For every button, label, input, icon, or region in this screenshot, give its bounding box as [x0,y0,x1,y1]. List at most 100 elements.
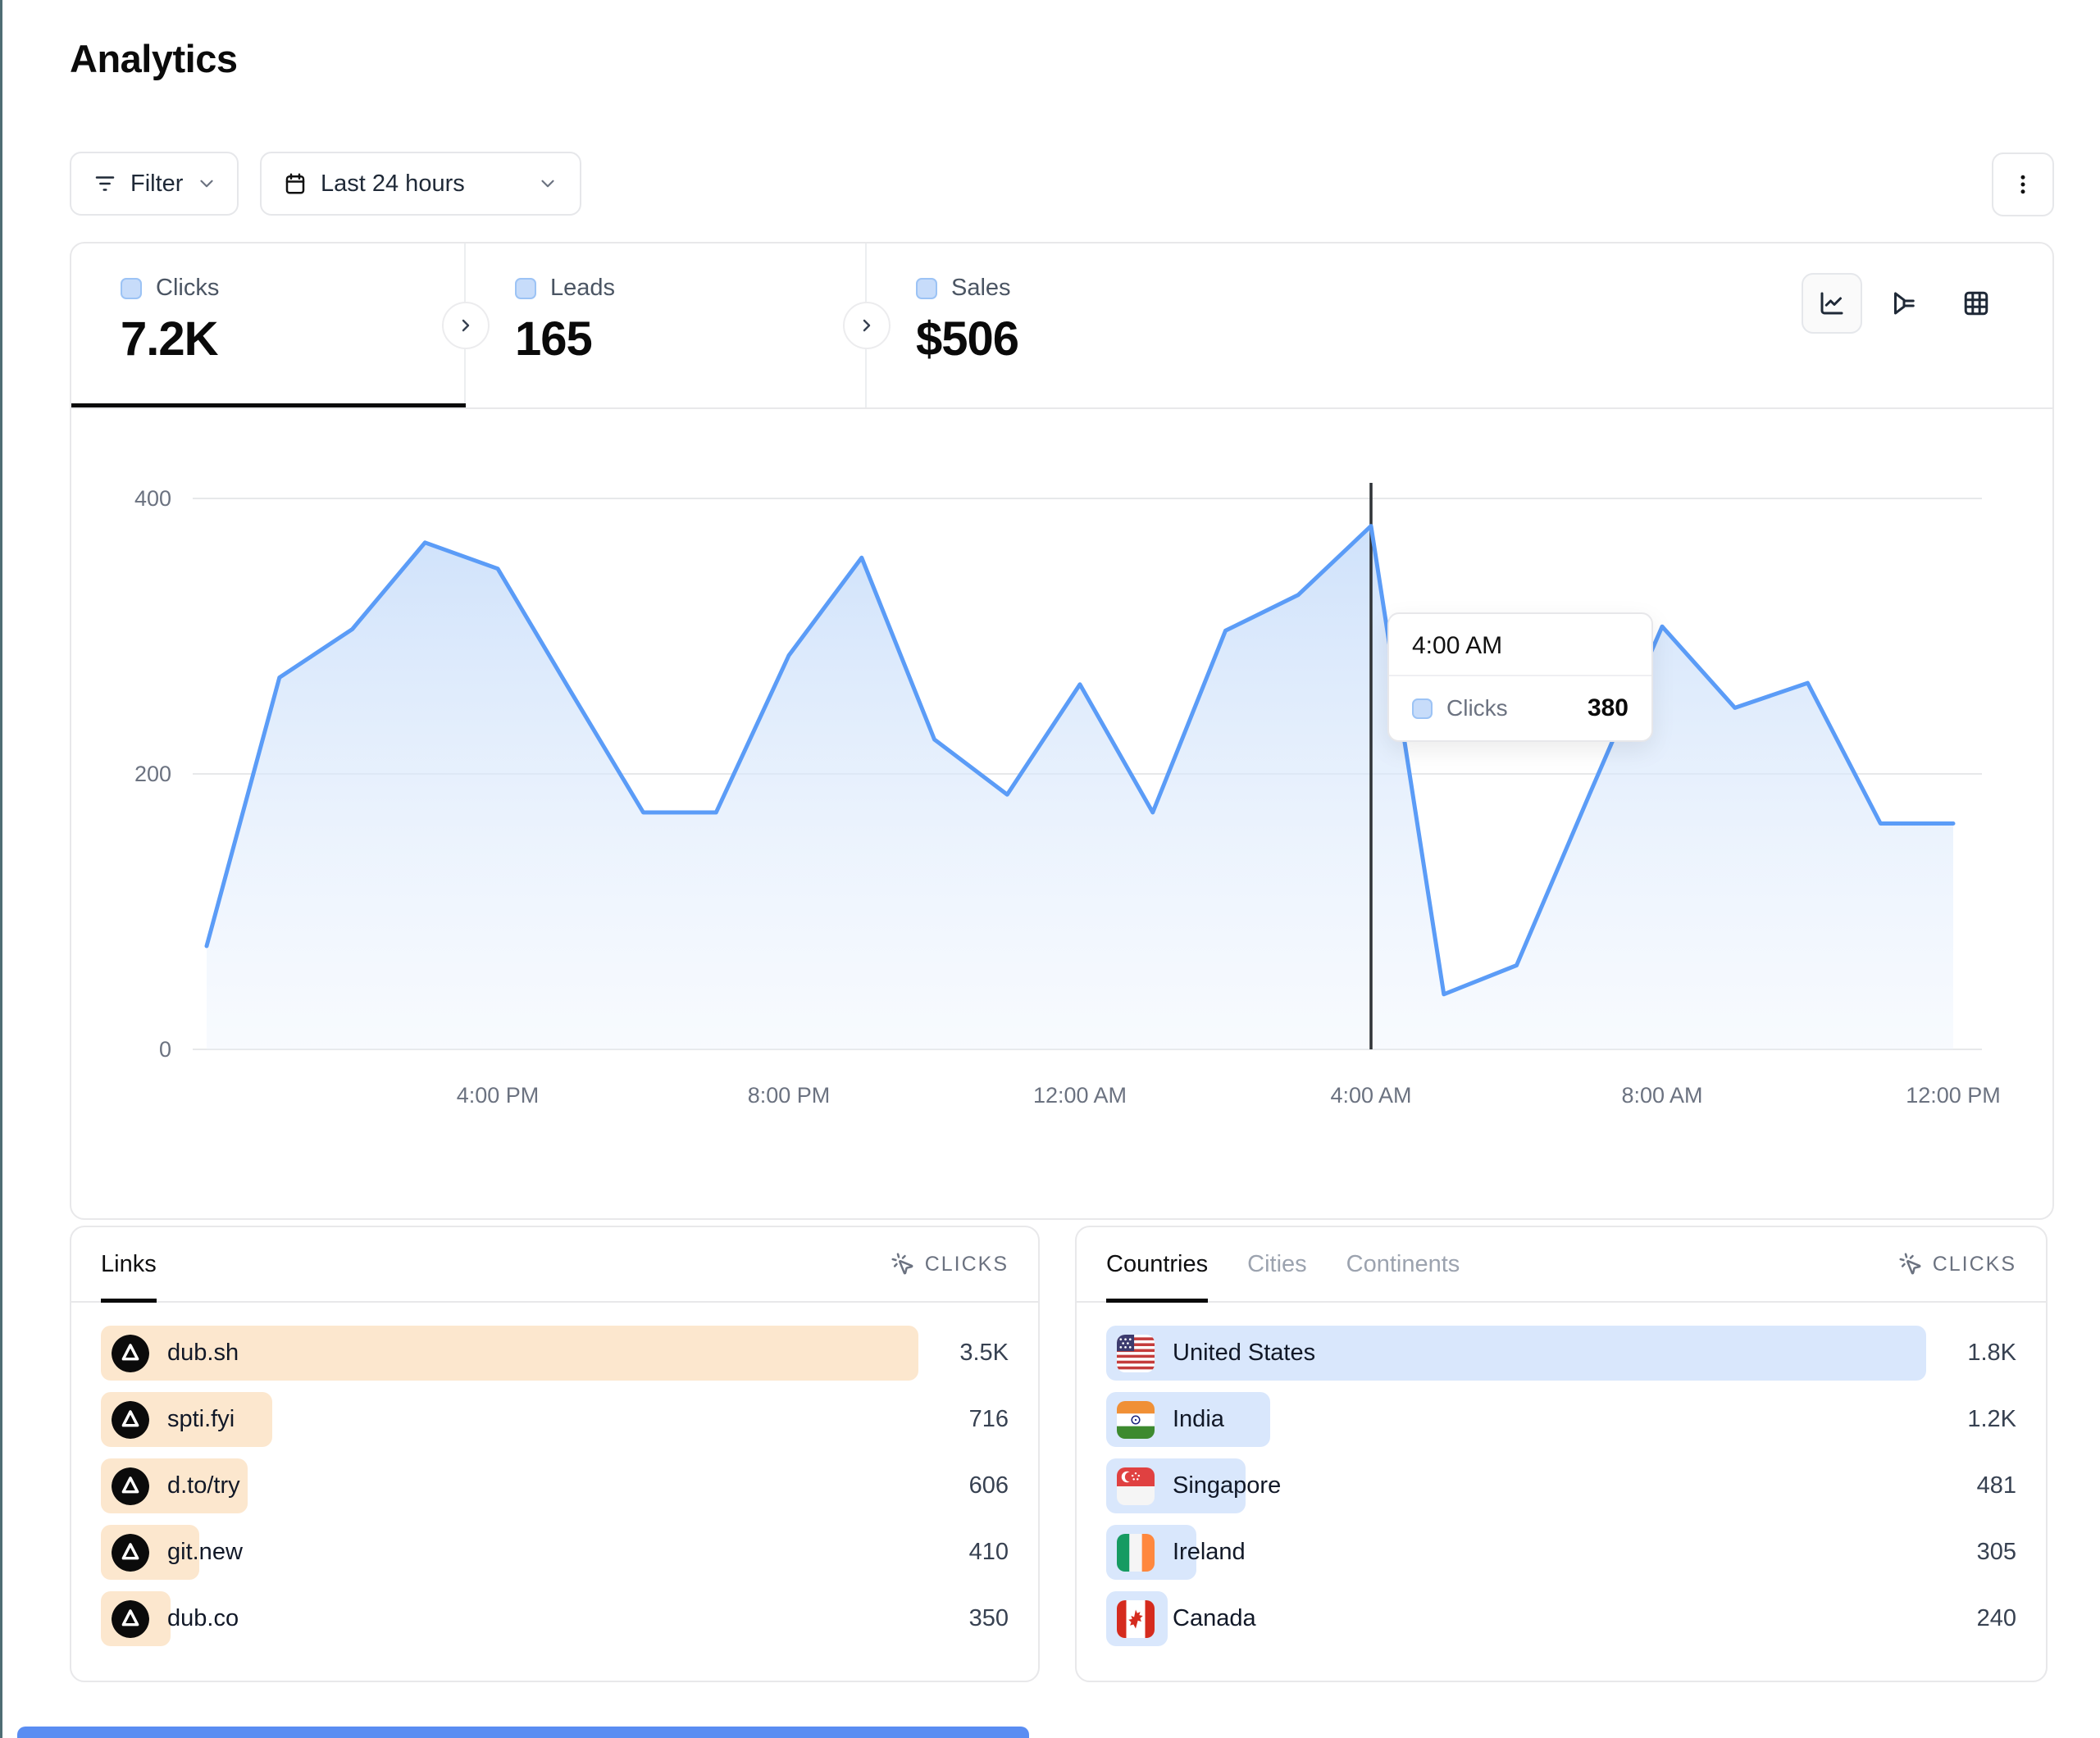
links-list: dub.sh 3.5K spti.fyi 716 d.to/try 606 git.new 4… [71,1303,1038,1646]
list-item-label: Singapore [1173,1472,1281,1499]
chevron-down-icon [537,173,558,194]
tooltip-time: 4:00 AM [1389,614,1651,676]
links-metric-label: CLICKS [925,1253,1009,1276]
list-item-value: 350 [969,1605,1009,1632]
list-item-value: 481 [1977,1472,2016,1499]
x-axis-tick: 4:00 AM [1330,1083,1411,1108]
list-item-label: Canada [1173,1605,1256,1632]
tab-links[interactable]: Links [101,1227,157,1301]
filter-icon [93,171,117,196]
list-item-value: 716 [969,1406,1009,1433]
chevron-down-icon [196,173,217,194]
stat-leads-value: 165 [515,312,865,366]
flag-ie-icon [1117,1534,1155,1572]
countries-list: United States 1.8K India1.2K Singapore 481 Ir… [1077,1303,2046,1646]
list-item[interactable]: dub.sh 3.5K [101,1326,1009,1381]
dub-logo-icon [112,1534,149,1572]
x-axis-tick: 8:00 AM [1621,1083,1702,1108]
date-range-button[interactable]: Last 24 hours [260,152,581,216]
dub-logo-icon [112,1401,149,1439]
funnel-view-button[interactable] [1874,273,1934,334]
page-title: Analytics [70,36,237,81]
chart-tooltip: 4:00 AM Clicks 380 [1387,612,1653,742]
list-item[interactable]: Ireland305 [1106,1525,2016,1580]
flag-sg-icon [1117,1467,1155,1505]
expand-leads-button[interactable] [843,302,891,349]
list-item[interactable]: dub.co 350 [101,1591,1009,1646]
links-metric[interactable]: CLICKS [891,1252,1009,1276]
calendar-icon [283,171,307,196]
list-item[interactable]: United States 1.8K [1106,1326,2016,1381]
tab-countries[interactable]: Countries [1106,1227,1208,1301]
kebab-menu-icon [2011,172,2035,197]
countries-card: Countries Cities Continents CLICKS Unite… [1075,1226,2048,1682]
clicks-area-chart[interactable]: 40020004:00 PM8:00 PM12:00 AM4:00 AM8:00… [71,407,2054,1220]
chart-view-switcher [1802,273,2007,334]
y-axis-tick: 200 [134,762,171,786]
list-item-label: dub.co [167,1605,239,1632]
list-item[interactable]: d.to/try 606 [101,1458,1009,1513]
list-item-label: spti.fyi [167,1406,235,1433]
list-item-value: 606 [969,1472,1009,1499]
filter-button[interactable]: Filter [70,152,239,216]
list-item-label: India [1173,1406,1224,1433]
list-item[interactable]: Singapore 481 [1106,1458,2016,1513]
left-edge-strip [0,0,2,1738]
tab-cities[interactable]: Cities [1247,1227,1307,1301]
list-item-value: 240 [1977,1605,2016,1632]
links-card-header: Links CLICKS [71,1227,1038,1303]
list-item-label: United States [1173,1340,1315,1367]
date-range-label: Last 24 hours [321,171,465,198]
tooltip-legend-swatch [1412,698,1433,719]
list-item[interactable]: spti.fyi 716 [101,1392,1009,1447]
flag-ca-icon [1117,1600,1155,1638]
clicks-legend-swatch [121,278,142,299]
stat-clicks[interactable]: Clicks 7.2K [71,243,466,407]
stat-leads[interactable]: Leads 165 [466,243,867,407]
leads-legend-swatch [515,278,536,299]
analytics-chart-card: Clicks 7.2K Leads 165 Sales $506 [70,242,2054,1220]
list-item-value: 3.5K [959,1340,1009,1367]
tooltip-value: 380 [1588,694,1629,722]
flag-in-icon [1117,1401,1155,1439]
cursor-click-icon [1898,1252,1923,1276]
x-axis-tick: 12:00 AM [1033,1083,1127,1108]
list-item[interactable]: git.new 410 [101,1525,1009,1580]
countries-metric-label: CLICKS [1933,1253,2016,1276]
bar-track [1106,1392,1926,1447]
list-item-label: dub.sh [167,1340,239,1367]
dub-logo-icon [112,1600,149,1638]
sales-legend-swatch [916,278,937,299]
countries-metric[interactable]: CLICKS [1898,1252,2016,1276]
list-item-value: 1.8K [1967,1340,2016,1367]
line-chart-icon [1817,289,1847,318]
y-axis-tick: 400 [134,486,171,511]
dub-logo-icon [112,1467,149,1505]
stats-row: Clicks 7.2K Leads 165 Sales $506 [71,243,2052,409]
list-item-value: 410 [969,1539,1009,1566]
funnel-icon [1889,289,1919,318]
dub-logo-icon [112,1335,149,1372]
stat-clicks-value: 7.2K [121,312,464,366]
table-grid-icon [1961,289,1991,318]
list-item-label: d.to/try [167,1472,240,1499]
line-chart-view-button[interactable] [1802,273,1862,334]
list-item[interactable]: Canada 240 [1106,1591,2016,1646]
more-options-button[interactable] [1992,152,2054,216]
chevron-right-icon [456,316,476,335]
expand-clicks-button[interactable] [442,302,490,349]
stat-clicks-label: Clicks [156,275,219,302]
x-axis-tick: 8:00 PM [748,1083,831,1108]
list-item[interactable]: India1.2K [1106,1392,2016,1447]
list-item-value: 305 [1977,1539,2016,1566]
chevron-right-icon [857,316,877,335]
cursor-click-icon [891,1252,915,1276]
stat-sales-label: Sales [951,275,1011,302]
y-axis-tick: 0 [159,1037,171,1062]
tooltip-series-label: Clicks [1446,695,1508,721]
table-view-button[interactable] [1946,273,2007,334]
flag-us-icon [1117,1335,1155,1372]
next-section-sliver [17,1727,1029,1738]
list-item-label: git.new [167,1539,243,1566]
tab-continents[interactable]: Continents [1346,1227,1460,1301]
